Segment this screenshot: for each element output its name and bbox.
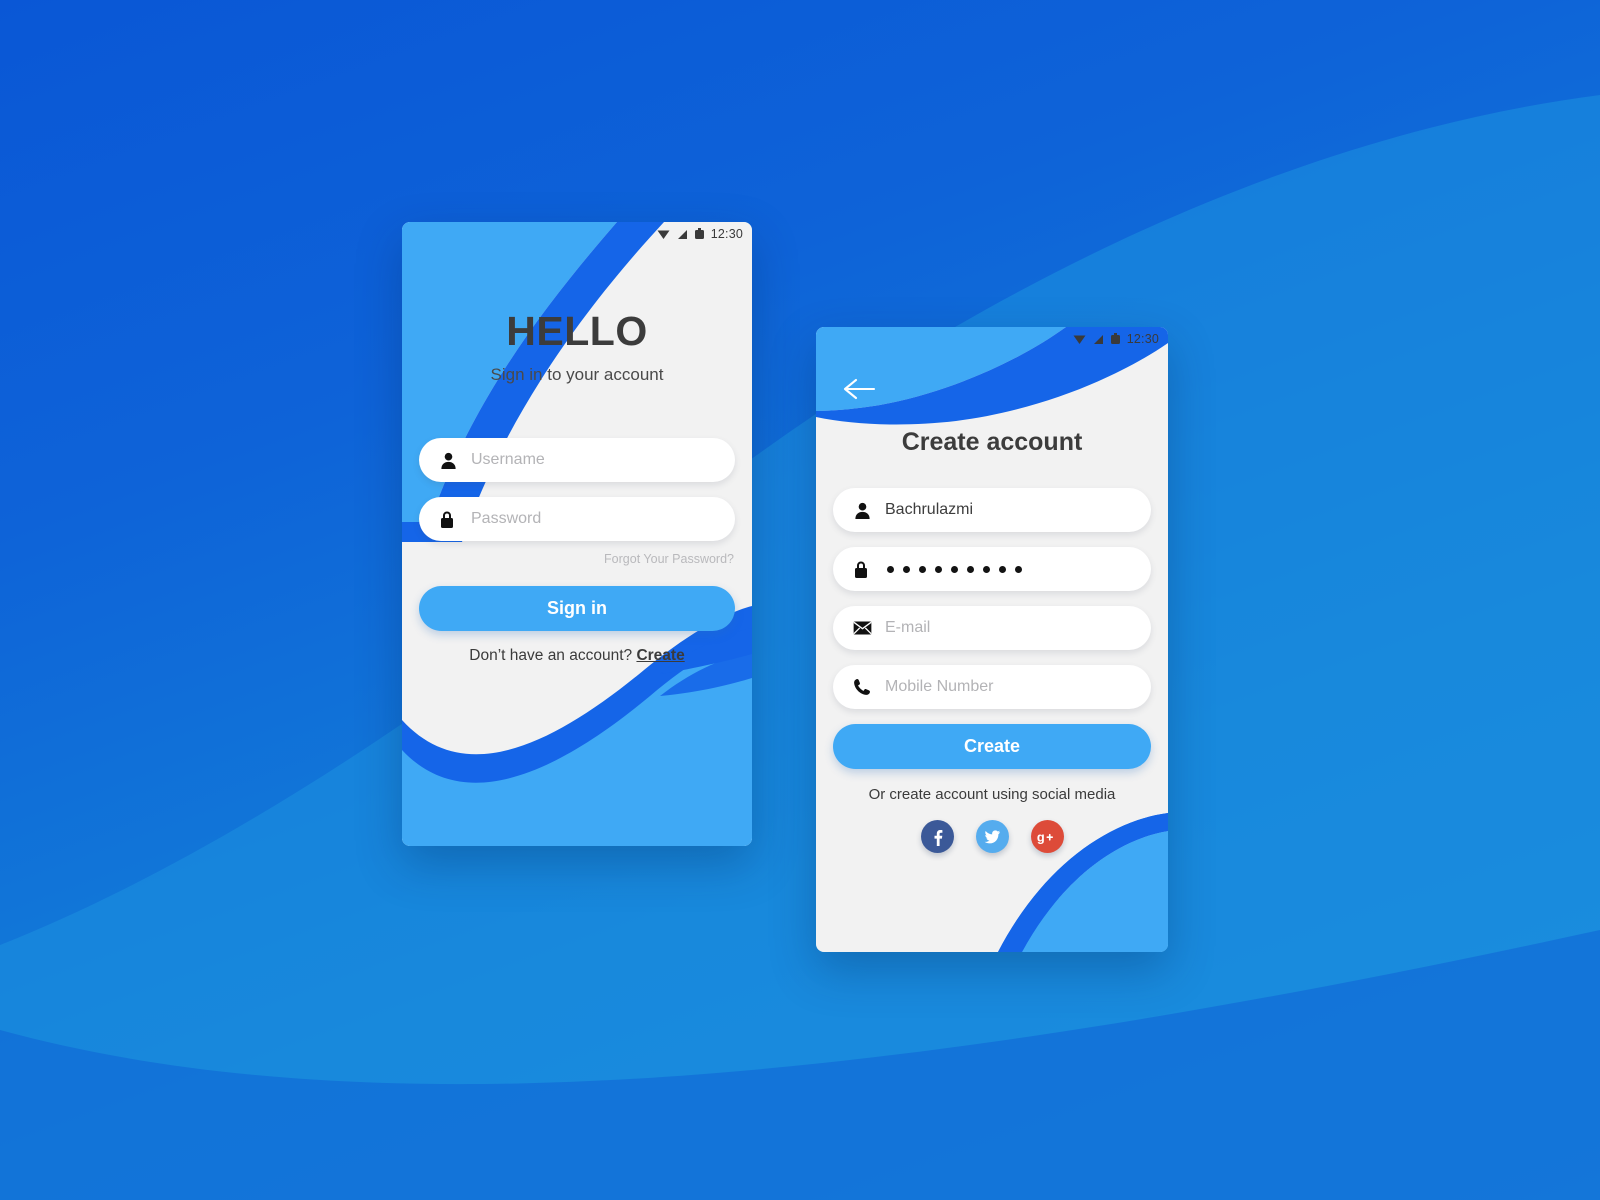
create-account-screen: 12:30 Create account Bachrulazmi E-mail … (816, 327, 1168, 952)
googleplus-icon[interactable]: g (1030, 820, 1064, 853)
status-bar: 12:30 (816, 327, 1168, 351)
username-value: Bachrulazmi (885, 501, 974, 518)
mail-icon (853, 621, 879, 635)
forgot-password-link[interactable]: Forgot Your Password? (604, 552, 734, 566)
person-icon (439, 451, 465, 470)
email-input[interactable]: E-mail (833, 606, 1151, 650)
lock-icon (853, 560, 879, 579)
username-input[interactable]: Username (419, 438, 735, 482)
facebook-icon[interactable] (920, 820, 954, 853)
svg-text:g: g (1037, 829, 1045, 844)
signup-prompt: Don’t have an account? Create (402, 647, 752, 665)
password-masked-value (887, 565, 1022, 573)
page-title: Create account (901, 428, 1083, 456)
username-placeholder: Username (471, 451, 545, 468)
signin-screen: 12:30 HELLO Sign in to your account User… (402, 222, 752, 846)
wifi-icon (657, 230, 670, 239)
status-bar: 12:30 (402, 222, 752, 246)
twitter-icon[interactable] (975, 820, 1009, 853)
email-placeholder: E-mail (885, 619, 931, 636)
battery-icon (1110, 333, 1120, 344)
signup-prompt-text: Don’t have an account? (469, 647, 637, 664)
social-buttons-row: g (816, 820, 1168, 853)
page-title: HELLO (506, 308, 648, 354)
password-input[interactable]: Password (419, 497, 735, 541)
signin-phone-mockup: 12:30 HELLO Sign in to your account User… (402, 222, 752, 846)
password-input[interactable] (833, 547, 1151, 591)
social-media-label: Or create account using social media (868, 786, 1116, 803)
page-subtitle: Sign in to your account (490, 365, 664, 384)
create-account-phone-mockup: 12:30 Create account Bachrulazmi E-mail … (816, 327, 1168, 952)
wifi-icon (1073, 335, 1086, 344)
battery-icon (694, 228, 704, 239)
mobile-number-input[interactable]: Mobile Number (833, 665, 1151, 709)
status-time: 12:30 (710, 227, 743, 241)
signal-icon (1093, 334, 1103, 344)
mobile-number-placeholder: Mobile Number (885, 678, 994, 695)
password-placeholder: Password (471, 510, 542, 527)
lock-icon (439, 510, 465, 529)
signal-icon (677, 229, 687, 239)
status-time: 12:30 (1126, 332, 1159, 346)
phone-icon (853, 678, 879, 696)
person-icon (853, 501, 879, 520)
username-input[interactable]: Bachrulazmi (833, 488, 1151, 532)
sign-in-button[interactable]: Sign in (419, 586, 735, 631)
create-account-link[interactable]: Create (636, 647, 684, 664)
back-arrow-icon[interactable] (843, 375, 877, 403)
background-swoosh (0, 95, 1600, 1200)
create-button[interactable]: Create (833, 724, 1151, 769)
